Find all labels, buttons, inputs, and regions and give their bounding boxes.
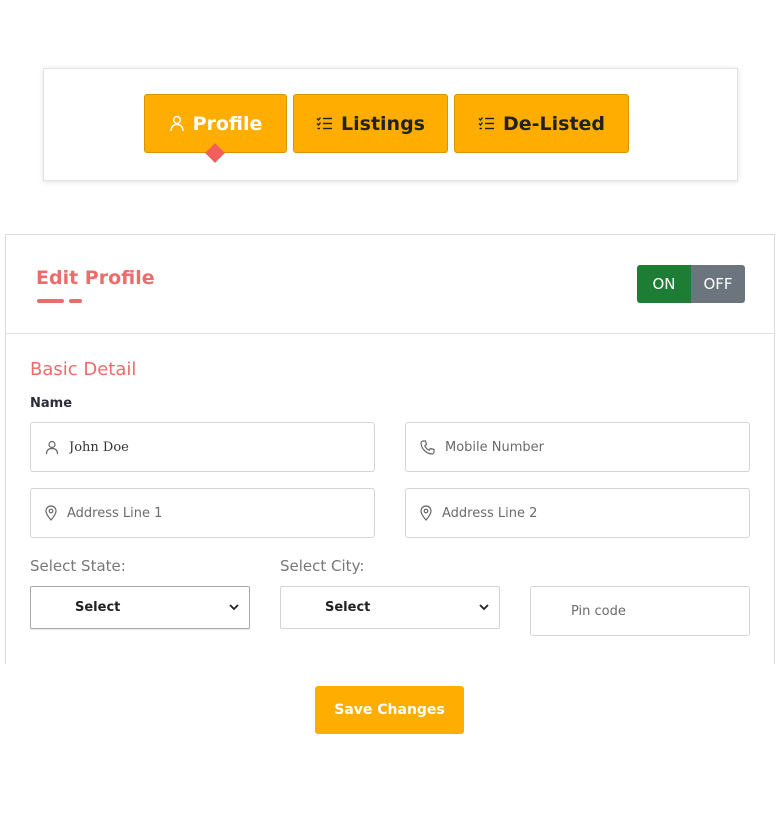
pincode-input[interactable] [571, 587, 749, 635]
address-line-1-field[interactable] [30, 488, 375, 538]
edit-profile-card: Edit Profile ON OFF Basic Detail Name Jo… [5, 234, 775, 664]
active-tab-indicator [205, 143, 225, 163]
save-changes-button[interactable]: Save Changes [315, 686, 464, 734]
city-select-value: Select [325, 600, 371, 615]
list-icon [478, 117, 494, 130]
card-header: Edit Profile ON OFF [6, 235, 774, 334]
tab-listings-label: Listings [341, 112, 425, 135]
name-input[interactable] [69, 423, 374, 471]
card-title: Edit Profile [36, 267, 155, 289]
name-label: Name [30, 396, 73, 411]
location-pin-icon [45, 505, 57, 521]
user-icon [169, 115, 184, 132]
user-icon [45, 440, 59, 454]
city-label: Select City: [280, 557, 365, 575]
mobile-input[interactable] [445, 423, 749, 471]
tab-bar: Profile Listings De-Listed [43, 68, 738, 181]
toggle-off-button[interactable]: OFF [691, 265, 745, 303]
state-select[interactable]: Select [30, 586, 250, 629]
address-line-1-input[interactable] [67, 489, 374, 537]
chevron-down-icon [479, 604, 489, 611]
city-select[interactable]: Select [280, 586, 500, 629]
tab-profile[interactable]: Profile [144, 94, 287, 163]
state-label: Select State: [30, 557, 126, 575]
on-off-toggle[interactable]: ON OFF [637, 265, 745, 303]
chevron-down-icon [229, 604, 239, 611]
tab-delisted-label: De-Listed [502, 112, 606, 135]
address-line-2-field[interactable] [405, 488, 750, 538]
list-icon [316, 117, 333, 130]
location-pin-icon [420, 505, 432, 521]
phone-icon [420, 439, 435, 455]
name-field[interactable] [30, 422, 375, 472]
pincode-field[interactable] [530, 586, 750, 636]
toggle-on-button[interactable]: ON [637, 265, 691, 303]
tab-delisted[interactable]: De-Listed [454, 94, 629, 153]
tab-listings[interactable]: Listings [293, 94, 448, 153]
tab-profile-label: Profile [192, 112, 263, 135]
mobile-field[interactable] [405, 422, 750, 472]
state-select-value: Select [75, 600, 121, 615]
section-title: Basic Detail [30, 359, 137, 380]
address-line-2-input[interactable] [442, 489, 749, 537]
